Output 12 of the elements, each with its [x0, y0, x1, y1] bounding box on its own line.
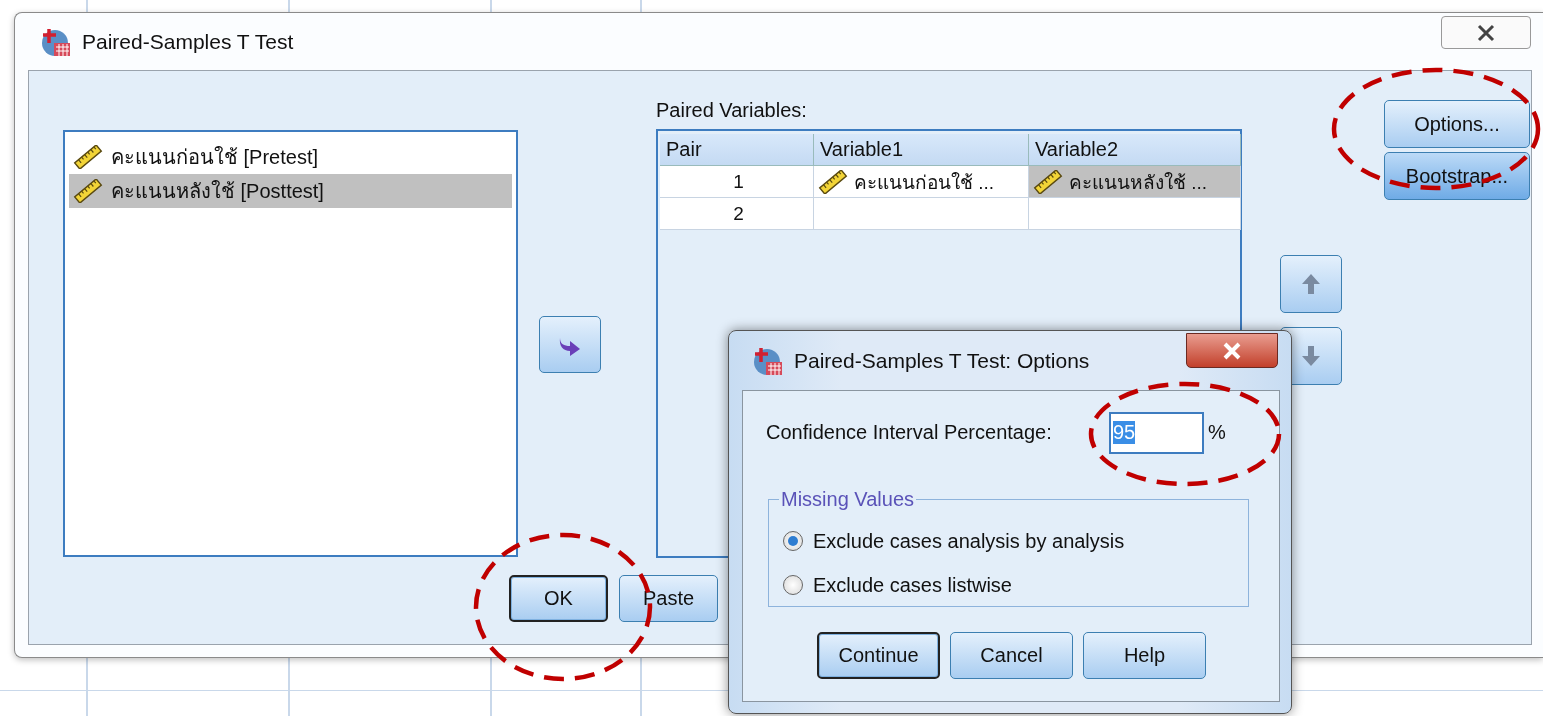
paired-variables-label: Paired Variables: [656, 99, 808, 123]
percent-sign: % [1208, 421, 1226, 444]
dialog-title: Paired-Samples T Test: Options [794, 348, 1090, 373]
table-cell: คะแนนก่อนใช้ ... [814, 166, 1029, 198]
variable-label: คะแนนหลังใช้ [Posttest] [111, 179, 324, 204]
variable-label: คะแนนก่อนใช้ [Pretest] [111, 145, 319, 170]
table-cell: 2 [660, 198, 814, 230]
window-title: Paired-Samples T Test [82, 29, 294, 54]
group-title: Missing Values [780, 488, 916, 511]
table-cell: คะแนนหลังใช้ ... [1029, 166, 1241, 198]
table-cell: 1 [660, 166, 814, 198]
confidence-label: Confidence Interval Percentage: [766, 421, 1053, 444]
